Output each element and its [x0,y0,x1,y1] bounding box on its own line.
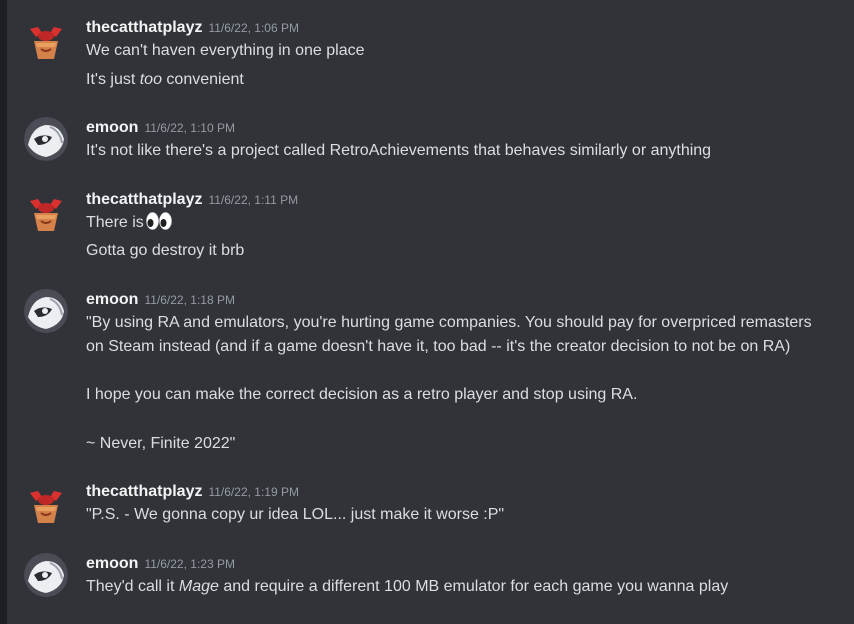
message-text: on Steam instead (and if a game doesn't … [86,338,791,355]
timestamp[interactable]: 11/6/22, 1:19 PM [208,485,299,499]
message-header: emoon 11/6/22, 1:18 PM [86,289,235,311]
thecatthatplayz-avatar-icon[interactable] [24,19,68,63]
timestamp[interactable]: 11/6/22, 1:23 PM [144,557,235,571]
message-text: I hope you can make the correct decision… [86,386,638,403]
text-segment: They'd call it [86,578,179,595]
message-text: ~ Never, Finite 2022" [86,435,236,452]
timestamp[interactable]: 11/6/22, 1:06 PM [208,21,299,35]
message-header: emoon 11/6/22, 1:23 PM [86,553,235,575]
timestamp[interactable]: 11/6/22, 1:10 PM [144,121,235,135]
text-segment: convenient [161,71,244,88]
message-header: thecatthatplayz 11/6/22, 1:06 PM [86,17,299,39]
timestamp[interactable]: 11/6/22, 1:18 PM [144,293,235,307]
eyes-icon[interactable] [145,212,172,238]
message-header: thecatthatplayz 11/6/22, 1:11 PM [86,189,298,211]
message-text: It's just too convenient [86,68,244,92]
emoon-avatar-icon[interactable] [24,553,68,597]
timestamp[interactable]: 11/6/22, 1:11 PM [208,193,298,207]
text-segment: and require a different 100 MB emulator … [218,578,729,595]
italic-text: too [139,71,162,88]
username[interactable]: thecatthatplayz [86,19,202,36]
message-text: It's not like there's a project called R… [86,142,712,159]
message-header: thecatthatplayz 11/6/22, 1:19 PM [86,481,299,503]
message-text: There is [86,211,172,238]
username[interactable]: emoon [86,119,138,136]
chat-messages: thecatthatplayz 11/6/22, 1:06 PM We can't… [7,0,854,624]
emoon-avatar-icon[interactable] [24,117,68,161]
message-header: emoon 11/6/22, 1:10 PM [86,117,235,139]
username[interactable]: thecatthatplayz [86,483,202,500]
username[interactable]: emoon [86,555,138,572]
thecatthatplayz-avatar-icon[interactable] [24,483,68,527]
message-text: They'd call it Mage and require a differ… [86,575,728,599]
message-text: "By using RA and emulators, you're hurti… [86,314,812,331]
emoon-avatar-icon[interactable] [24,289,68,333]
username[interactable]: emoon [86,291,138,308]
text-segment: There is [86,214,144,231]
message-text: Gotta go destroy it brb [86,242,245,259]
text-segment: It's just [86,71,140,88]
username[interactable]: thecatthatplayz [86,191,202,208]
left-rail [0,0,7,624]
thecatthatplayz-avatar-icon[interactable] [24,191,68,235]
italic-text: Mage [178,578,219,595]
message-text: "P.S. - We gonna copy ur idea LOL... jus… [86,506,505,523]
message-text: We can't haven everything in one place [86,42,365,59]
